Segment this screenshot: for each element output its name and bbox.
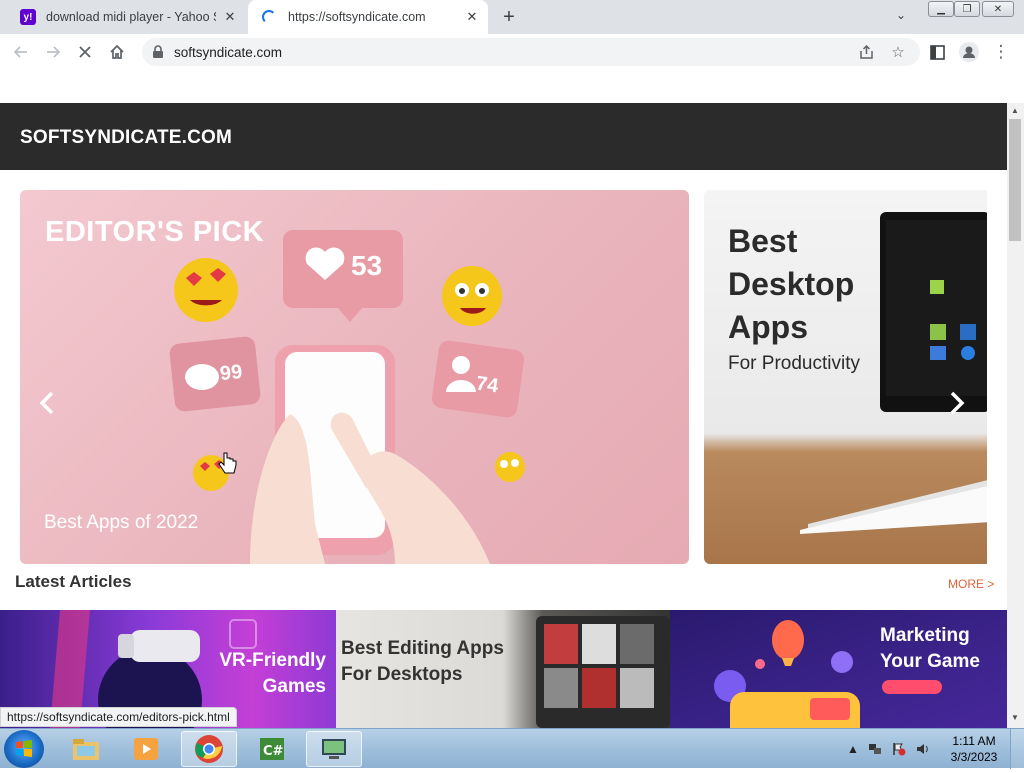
site-header: SOFTSYNDICATE.COM [0,103,1007,170]
browser-toolbar: softsyndicate.com ☆ ⋮ [0,34,1024,70]
article-card-editing-apps[interactable]: Best Editing Apps For Desktops [336,610,670,728]
system-clock[interactable]: 1:11 AM 3/3/2023 [948,733,1000,765]
article-card-marketing-game[interactable]: Marketing Your Game [670,610,1007,728]
action-center-icon[interactable] [891,741,907,757]
start-button[interactable] [4,730,44,768]
bookmark-star-icon[interactable]: ☆ [888,42,908,62]
tab-search-chevron-icon[interactable]: ⌄ [896,8,906,22]
address-bar[interactable]: softsyndicate.com ☆ [142,38,920,66]
network-icon[interactable] [867,741,883,757]
carousel-next-chevron-icon[interactable] [946,388,968,418]
scroll-down-arrow-icon[interactable]: ▼ [1011,713,1019,722]
tab-strip: y! download midi player - Yahoo Se ✕ htt… [0,0,1024,34]
new-tab-button[interactable]: + [498,6,520,28]
close-icon[interactable]: ✕ [464,9,480,25]
clock-date: 3/3/2023 [950,750,998,764]
hand-cursor-icon [218,452,237,474]
yahoo-icon: y! [20,9,36,25]
carousel-prev-chevron-icon[interactable] [36,388,58,418]
forward-arrow-icon[interactable] [42,41,64,63]
tab-title: https://softsyndicate.com [288,10,426,24]
page-viewport: SOFTSYNDICATE.COM EDITOR'S PICK 53 99 74… [0,70,1024,728]
followers-badge-count: 74 [474,372,500,398]
comments-badge-count: 99 [218,360,244,386]
status-bar-link-preview: https://softsyndicate.com/editors-pick.h… [0,707,237,727]
scrollbar-thumb[interactable] [1009,119,1021,241]
windows-taskbar: C# ▲ 1:11 AM 3/3/2023 [0,728,1024,769]
remote-desktop-icon[interactable] [306,731,362,767]
editors-pick-subtitle: Best Apps of 2022 [44,512,199,533]
explorer-icon[interactable] [58,731,114,767]
share-icon[interactable] [856,42,876,62]
stop-loading-icon[interactable] [74,41,96,63]
url-text[interactable]: softsyndicate.com [174,45,282,60]
site-logo[interactable]: SOFTSYNDICATE.COM [20,127,232,149]
desktop-apps-title: Best Desktop Apps [728,223,855,345]
editors-pick-title: EDITOR'S PICK [45,216,265,248]
media-player-icon[interactable] [118,731,174,767]
chrome-icon[interactable] [181,731,237,767]
latest-articles-heading: Latest Articles [15,572,132,591]
likes-badge-count: 53 [351,250,383,281]
tab-title: download midi player - Yahoo Se [46,10,216,24]
article-title: Best Editing Apps For Desktops [341,638,504,685]
menu-kebab-icon[interactable]: ⋮ [990,41,1012,63]
article-title: VR-Friendly Games [219,650,326,697]
close-window-button[interactable]: ✕ [982,1,1014,17]
restore-button[interactable]: ❐ [954,1,980,17]
svg-text:C#: C# [263,744,284,759]
csharp-icon[interactable]: C# [244,731,300,767]
side-panel-icon[interactable] [926,41,948,63]
minimize-button[interactable]: ▁ [928,1,954,17]
more-articles-link[interactable]: MORE > [948,577,994,591]
desktop-apps-subtitle: For Productivity [728,353,860,374]
page-scrollbar[interactable]: ▲ ▼ [1007,103,1024,728]
tab-yahoo-search[interactable]: y! download midi player - Yahoo Se ✕ [8,0,246,34]
back-arrow-icon[interactable] [10,41,32,63]
scroll-up-arrow-icon[interactable]: ▲ [1011,106,1019,115]
carousel-slide-editors-pick[interactable]: EDITOR'S PICK 53 99 74 Best Apps of 2022 [20,190,689,564]
clock-time: 1:11 AM [952,734,996,748]
tab-softsyndicate[interactable]: https://softsyndicate.com ✕ [248,0,488,34]
loading-spinner-icon [262,10,276,24]
profile-avatar-icon[interactable] [958,41,980,63]
home-icon[interactable] [106,41,128,63]
lock-icon[interactable] [152,45,164,64]
article-title: Marketing Your Game [880,625,980,672]
volume-icon[interactable] [915,741,931,757]
close-icon[interactable]: ✕ [222,9,238,25]
show-hidden-icons-chevron-icon[interactable]: ▲ [845,741,861,757]
windows-logo-icon [16,740,32,757]
show-desktop-button[interactable] [1010,729,1024,769]
carousel-slide-desktop-apps[interactable]: Best Desktop Apps For Productivity [704,190,987,564]
